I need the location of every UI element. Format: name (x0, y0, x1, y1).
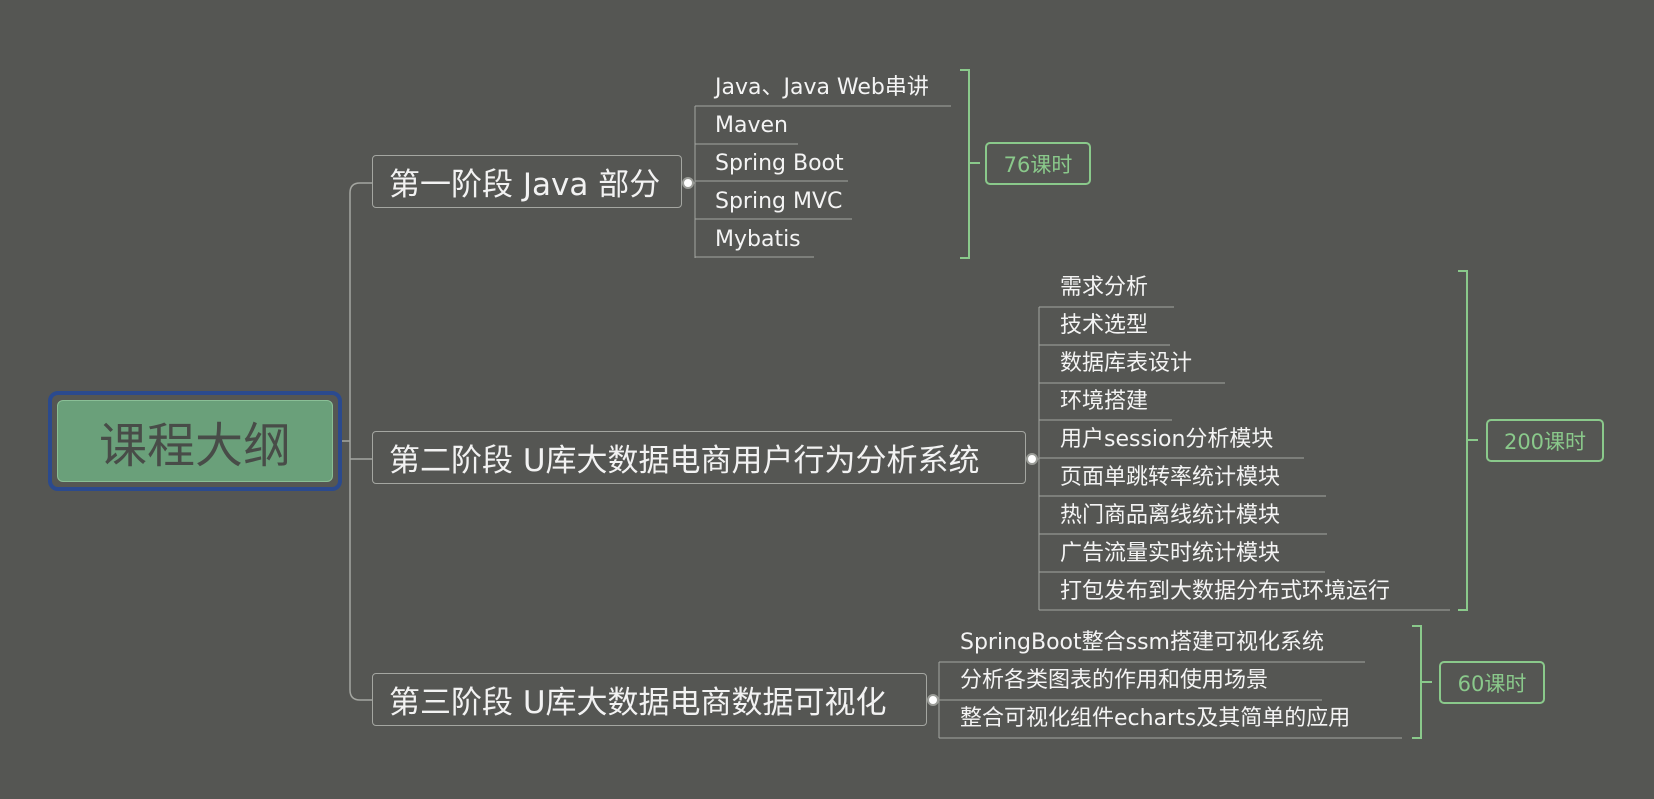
stage-1-topic[interactable]: Mybatis (715, 227, 801, 253)
stage-1-topic[interactable]: Java、Java Web串讲 (715, 75, 929, 101)
stage-3-collapse-toggle[interactable] (927, 694, 939, 706)
stage-1-node[interactable]: 第一阶段 Java 部分 (372, 155, 682, 208)
stage-2-topic[interactable]: 热门商品离线统计模块 (1060, 503, 1280, 529)
stage-2-topic[interactable]: 数据库表设计 (1060, 351, 1192, 377)
stage-2-topic[interactable]: 广告流量实时统计模块 (1060, 541, 1280, 567)
stage-2-topic[interactable]: 用户session分析模块 (1060, 427, 1273, 453)
stage-2-node[interactable]: 第二阶段 U库大数据电商用户行为分析系统 (372, 431, 1026, 484)
stage-2-topic[interactable]: 页面单跳转率统计模块 (1060, 465, 1280, 491)
stage-1-title: 第一阶段 Java 部分 (389, 167, 661, 203)
stage-3-topic[interactable]: 整合可视化组件echarts及其简单的应用 (960, 706, 1350, 732)
stage-1-collapse-toggle[interactable] (682, 177, 694, 189)
stage-3-node[interactable]: 第三阶段 U库大数据电商数据可视化 (372, 673, 927, 726)
stage-1-topic[interactable]: Spring Boot (715, 151, 844, 177)
root-node-body: 课程大纲 (57, 400, 333, 482)
stage-1-hours-label[interactable]: 76课时 (985, 142, 1091, 185)
trunk-vertical (349, 182, 372, 701)
stage-2-title: 第二阶段 U库大数据电商用户行为分析系统 (389, 443, 980, 479)
stage-1-topic[interactable]: Spring MVC (715, 189, 842, 215)
stage-3-hours-label[interactable]: 60课时 (1439, 661, 1545, 704)
mind-map-canvas: 课程大纲 第一阶段 Java 部分 Java、Java Web串讲 Maven … (0, 0, 1654, 799)
stage-2-topic[interactable]: 环境搭建 (1060, 389, 1148, 415)
stage-2-topic[interactable]: 需求分析 (1060, 275, 1148, 301)
root-node[interactable]: 课程大纲 (48, 391, 342, 491)
stage-1-bracket (960, 69, 980, 259)
stage-3-title: 第三阶段 U库大数据电商数据可视化 (389, 685, 887, 721)
stage-3-topic[interactable]: SpringBoot整合ssm搭建可视化系统 (960, 630, 1324, 656)
stage-3-topic[interactable]: 分析各类图表的作用和使用场景 (960, 668, 1268, 694)
stage-1-topic[interactable]: Maven (715, 113, 788, 139)
stage-2-topic[interactable]: 技术选型 (1060, 313, 1148, 339)
stage-2-hours-label[interactable]: 200课时 (1486, 419, 1604, 462)
stage-2-collapse-toggle[interactable] (1026, 453, 1038, 465)
stage-2-topic[interactable]: 打包发布到大数据分布式环境运行 (1060, 579, 1390, 605)
root-title: 课程大纲 (98, 418, 291, 474)
stage-3-bracket (1412, 625, 1432, 739)
stage-2-bracket (1458, 270, 1478, 611)
